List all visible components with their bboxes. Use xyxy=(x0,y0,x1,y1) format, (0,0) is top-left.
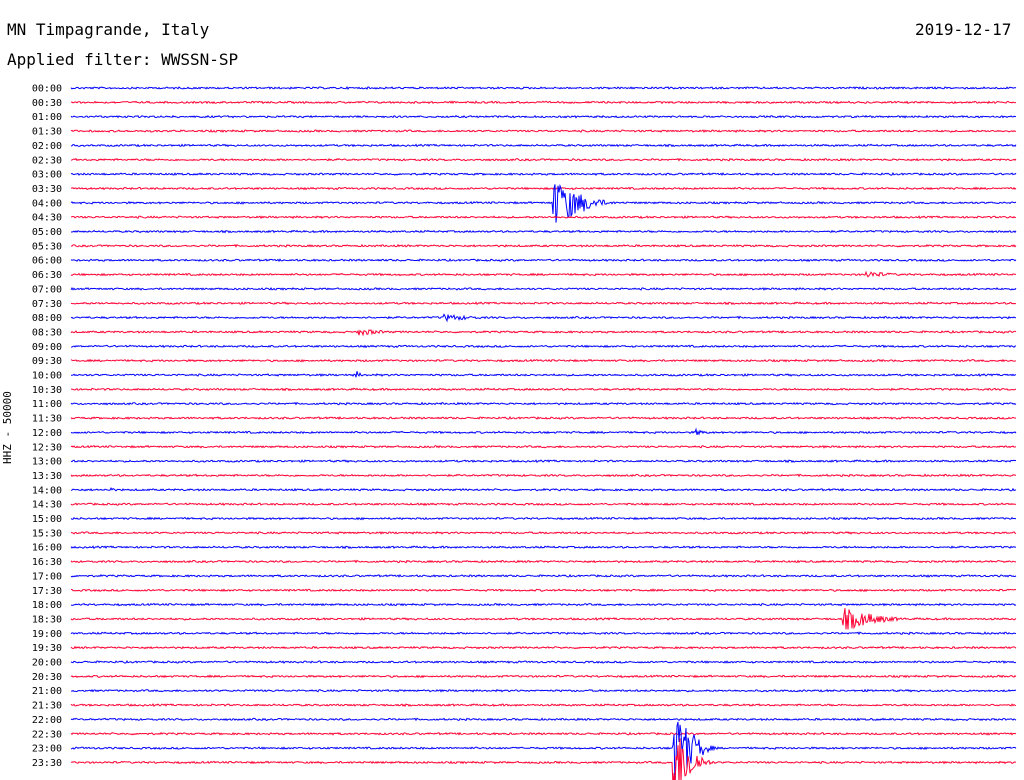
time-tick-label: 13:30 xyxy=(32,471,62,482)
trace-row-1330 xyxy=(70,473,1017,478)
trace-row-1200 xyxy=(70,427,1017,436)
time-tick-label: 01:30 xyxy=(32,127,62,138)
trace-row-1300 xyxy=(70,459,1017,464)
time-tick-label: 05:00 xyxy=(32,227,62,238)
time-tick-label: 12:00 xyxy=(32,428,62,439)
trace-row-0300 xyxy=(70,172,1017,176)
time-tick-label: 21:00 xyxy=(32,686,62,697)
trace-row-1830 xyxy=(70,608,1017,630)
trace-row-0100 xyxy=(70,114,1017,119)
time-tick-label: 04:00 xyxy=(32,198,62,209)
trace-row-1530 xyxy=(70,530,1017,535)
trace-row-0230 xyxy=(70,157,1017,162)
trace-row-0700 xyxy=(70,287,1017,291)
trace-row-2000 xyxy=(70,659,1017,664)
trace-row-2130 xyxy=(70,703,1017,708)
time-tick-label: 20:30 xyxy=(32,672,62,683)
time-tick-label: 21:30 xyxy=(32,701,62,712)
trace-row-0830 xyxy=(70,329,1017,337)
trace-row-2030 xyxy=(70,674,1017,679)
time-tick-label: 12:30 xyxy=(32,442,62,453)
trace-row-1800 xyxy=(70,602,1017,607)
time-tick-label: 22:30 xyxy=(32,729,62,740)
trace-row-0930 xyxy=(70,358,1017,363)
time-tick-label: 08:30 xyxy=(32,327,62,338)
time-tick-label: 16:30 xyxy=(32,557,62,568)
trace-row-0800 xyxy=(70,313,1017,323)
trace-row-0900 xyxy=(70,344,1017,349)
time-tick-label: 15:00 xyxy=(32,514,62,525)
time-tick-label: 10:00 xyxy=(32,371,62,382)
time-tick-label: 15:30 xyxy=(32,528,62,539)
trace-row-1100 xyxy=(70,401,1017,406)
time-tick-label: 09:00 xyxy=(32,342,62,353)
time-tick-label: 00:00 xyxy=(32,84,62,95)
time-tick-label: 03:30 xyxy=(32,184,62,195)
time-tick-label: 09:30 xyxy=(32,356,62,367)
trace-row-1230 xyxy=(70,444,1017,449)
trace-row-0430 xyxy=(70,215,1017,220)
trace-row-1400 xyxy=(70,487,1017,492)
time-tick-label: 17:30 xyxy=(32,586,62,597)
trace-row-0330 xyxy=(70,186,1017,191)
time-tick-label: 07:30 xyxy=(32,299,62,310)
trace-row-1030 xyxy=(70,387,1017,392)
time-tick-label: 16:00 xyxy=(32,543,62,554)
trace-row-2100 xyxy=(70,688,1017,693)
time-tick-label: 14:30 xyxy=(32,500,62,511)
time-tick-label: 14:00 xyxy=(32,485,62,496)
trace-row-2230 xyxy=(70,731,1017,736)
trace-row-0630 xyxy=(70,270,1017,278)
trace-row-1500 xyxy=(70,516,1017,521)
trace-row-0730 xyxy=(70,301,1017,306)
trace-row-2300 xyxy=(70,721,1017,780)
time-tick-label: 04:30 xyxy=(32,213,62,224)
time-tick-label: 17:00 xyxy=(32,571,62,582)
time-tick-label: 02:00 xyxy=(32,141,62,152)
time-tick-label: 22:00 xyxy=(32,715,62,726)
time-tick-label: 02:30 xyxy=(32,155,62,166)
time-tick-label: 00:30 xyxy=(32,98,62,109)
time-tick-label: 10:30 xyxy=(32,385,62,396)
time-tick-label: 23:30 xyxy=(32,758,62,769)
trace-row-0000 xyxy=(70,86,1017,91)
trace-row-0200 xyxy=(70,143,1017,148)
trace-row-1630 xyxy=(70,559,1017,564)
trace-row-1000 xyxy=(70,371,1017,378)
trace-row-0130 xyxy=(70,129,1017,134)
seismogram-plot: 00:00 00:30 01:00 01:30 02:00 02:30 03:00 03:30… xyxy=(32,84,1017,780)
trace-row-0530 xyxy=(70,243,1017,248)
trace-row-1900 xyxy=(70,631,1017,636)
trace-row-1130 xyxy=(70,416,1017,420)
time-tick-label: 20:00 xyxy=(32,658,62,669)
trace-row-2200 xyxy=(70,717,1017,722)
time-tick-label: 11:30 xyxy=(32,414,62,425)
trace-row-2330 xyxy=(70,738,1017,780)
trace-row-0600 xyxy=(70,258,1017,263)
trace-row-0500 xyxy=(70,229,1017,234)
trace-row-1430 xyxy=(70,502,1017,507)
trace-row-1700 xyxy=(70,573,1017,578)
time-tick-label: 13:00 xyxy=(32,457,62,468)
time-tick-label: 03:00 xyxy=(32,170,62,181)
time-tick-label: 06:30 xyxy=(32,270,62,281)
trace-row-1930 xyxy=(70,645,1017,650)
time-tick-label: 06:00 xyxy=(32,256,62,267)
time-tick-label: 07:00 xyxy=(32,284,62,295)
time-tick-label: 19:00 xyxy=(32,629,62,640)
trace-row-0030 xyxy=(70,100,1017,105)
time-tick-label: 05:30 xyxy=(32,241,62,252)
time-tick-label: 01:00 xyxy=(32,112,62,123)
time-tick-label: 18:30 xyxy=(32,614,62,625)
time-tick-label: 23:00 xyxy=(32,744,62,755)
trace-row-1730 xyxy=(70,588,1017,593)
time-tick-label: 11:00 xyxy=(32,399,62,410)
trace-row-1600 xyxy=(70,545,1017,550)
time-tick-label: 19:30 xyxy=(32,643,62,654)
time-tick-label: 08:00 xyxy=(32,313,62,324)
time-tick-label: 18:00 xyxy=(32,600,62,611)
